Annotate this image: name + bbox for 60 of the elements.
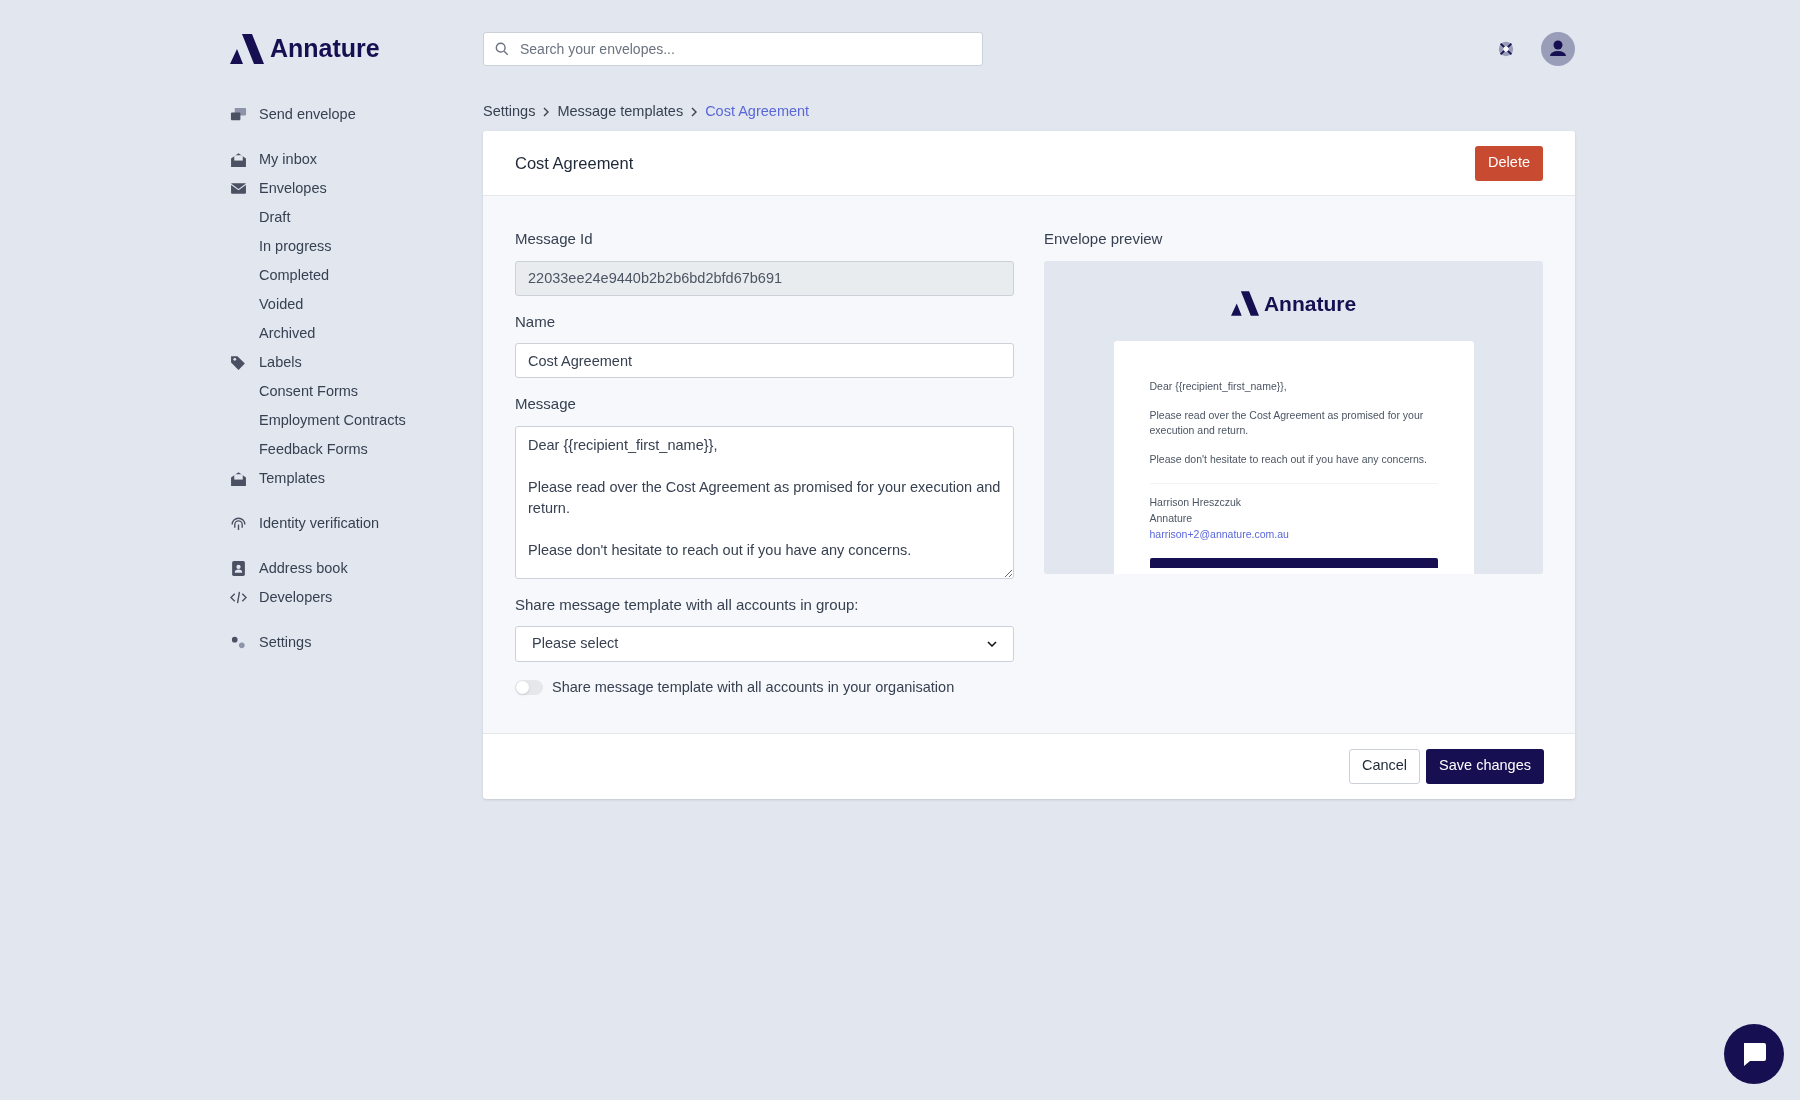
toggle-switch[interactable] xyxy=(515,680,543,696)
sidebar-subitem[interactable]: Consent Forms xyxy=(230,377,483,406)
sidebar-subitem[interactable]: Employment Contracts xyxy=(230,406,483,435)
sidebar-item[interactable]: Templates xyxy=(230,464,483,493)
field-label: Message xyxy=(515,394,577,414)
preview-signature-name: Harrison Hreszczuk xyxy=(1149,495,1243,510)
fingerprint-icon xyxy=(230,515,247,532)
breadcrumb-link[interactable]: Cost Agreement xyxy=(705,101,810,123)
group-select[interactable]: Please select xyxy=(515,626,1014,662)
chevron-right-icon xyxy=(691,107,698,117)
preview-signature-company: Annature xyxy=(1149,511,1194,526)
code-icon xyxy=(230,589,247,606)
tag-icon xyxy=(230,354,247,371)
sidebar-subitem[interactable]: In progress xyxy=(230,232,483,261)
logo-mark-icon xyxy=(230,34,264,64)
breadcrumb-link[interactable]: Settings xyxy=(483,101,536,123)
chat-button[interactable] xyxy=(1724,1024,1784,1084)
sidebar-item[interactable]: Labels xyxy=(230,348,483,377)
message-field[interactable]: Dear {{recipient_first_name}}, Please read over the Cost Agreement as promised for your execution and return. Please don't hesitate to reach out if you have any concerns. xyxy=(515,425,1014,579)
preview-email-link[interactable]: harrison+2@annature.com.au xyxy=(1149,526,1438,542)
field-label: Name xyxy=(515,311,556,332)
text-field[interactable]: Cost Agreement xyxy=(515,343,1014,378)
sidebar-subitem[interactable]: Draft xyxy=(230,203,483,232)
cancel-button[interactable]: Cancel xyxy=(1348,748,1421,784)
card-title: Cost Agreement xyxy=(515,152,634,174)
open-envelope-icon xyxy=(230,470,247,487)
sidebar-subitem[interactable]: Feedback Forms xyxy=(230,435,483,464)
preview-paragraph: Please don't hesitate to reach out if you have any concerns. xyxy=(1149,452,1428,467)
field-label: Envelope preview xyxy=(1044,229,1164,249)
sidebar-item[interactable]: Envelopes xyxy=(230,174,483,203)
sidebar-item[interactable]: My inbox xyxy=(230,145,483,174)
sidebar-item[interactable]: Send envelope xyxy=(230,100,483,129)
sidebar-subitem[interactable]: Completed xyxy=(230,261,483,290)
open-envelope-icon xyxy=(230,151,247,168)
sidebar-item[interactable]: Identity verification xyxy=(230,509,483,538)
logo-mark-icon xyxy=(1230,290,1259,316)
address-book-icon xyxy=(230,560,247,577)
preview-paragraph: Please read over the Cost Agreement as promised for your execution and return. xyxy=(1149,408,1425,438)
field-label: Share message template with all accounts in group: xyxy=(515,594,860,615)
breadcrumb-link[interactable]: Message templates xyxy=(557,101,684,123)
search-field[interactable]: Search your envelopes... xyxy=(483,32,983,66)
sidebar-item[interactable]: Address book xyxy=(230,554,483,583)
preview-paragraph: Dear {{recipient_first_name}}, xyxy=(1149,379,1288,394)
send-envelope-icon xyxy=(230,106,247,123)
brand-name: Annature xyxy=(270,33,380,65)
sidebar-item[interactable]: Settings xyxy=(230,628,483,657)
save-button[interactable]: Save changes xyxy=(1426,748,1544,784)
chevron-down-icon xyxy=(987,641,997,647)
lifebuoy-icon[interactable] xyxy=(1497,40,1515,58)
toggle-label: Share message template with all accounts in your organisation xyxy=(552,678,955,697)
chevron-right-icon xyxy=(543,107,550,117)
delete-button[interactable]: Delete xyxy=(1475,145,1543,181)
sidebar-subitem[interactable]: Voided xyxy=(230,290,483,319)
avatar-icon[interactable] xyxy=(1541,32,1575,66)
search-icon xyxy=(495,42,509,56)
sidebar-item[interactable]: Developers xyxy=(230,583,483,612)
sidebar-subitem[interactable]: Archived xyxy=(230,319,483,348)
preview-brand-name: Annature xyxy=(1263,290,1357,317)
envelope-icon xyxy=(230,180,247,197)
field-label: Message Id xyxy=(515,229,594,249)
